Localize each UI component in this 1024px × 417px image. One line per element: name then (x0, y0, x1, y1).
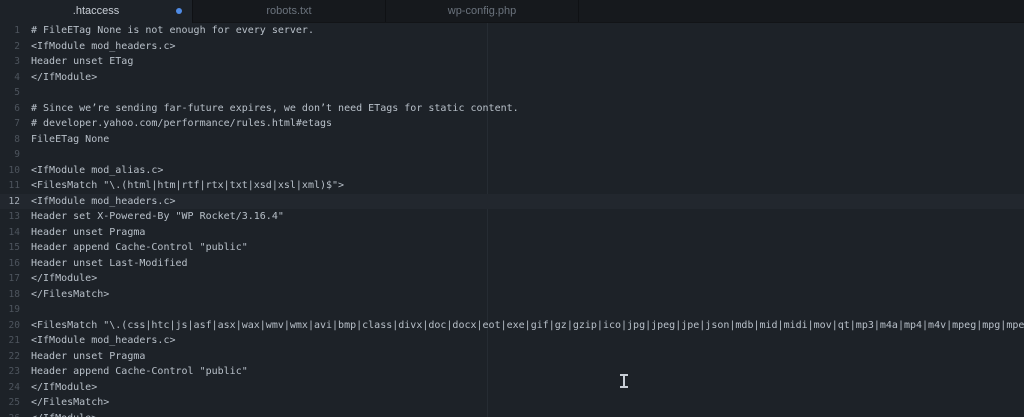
line-number: 6 (14, 102, 20, 114)
code-line[interactable]: 20 <FilesMatch "\.(css|htc|js|asf|asx|wax… (0, 318, 1024, 334)
line-number: 5 (14, 87, 20, 98)
line-text[interactable]: </FilesMatch> (31, 287, 109, 303)
tab-label: robots.txt (266, 5, 312, 17)
code-line[interactable]: 24 </IfModule> (0, 380, 1024, 396)
line-number: 25 (8, 397, 20, 408)
code-line[interactable]: 25 </FilesMatch> (0, 395, 1024, 411)
code-line[interactable]: 26 </IfModule> (0, 411, 1024, 417)
code-line[interactable]: 13 Header set X-Powered-By "WP Rocket/3.1… (0, 209, 1024, 225)
line-text[interactable]: <FilesMatch "\.(html|htm|rtf|rtx|txt|xsd… (31, 178, 344, 194)
line-number: 14 (8, 226, 20, 238)
text-cursor-icon (620, 374, 628, 388)
code-line[interactable]: 19 (0, 302, 1024, 318)
line-number: 19 (8, 304, 20, 315)
line-number: 18 (8, 288, 20, 300)
line-text[interactable]: # Since we’re sending far-future expires… (31, 101, 519, 117)
line-text[interactable]: </IfModule> (31, 271, 97, 287)
line-text[interactable]: Header unset Pragma (31, 225, 145, 241)
code-line[interactable]: 4 </IfModule> (0, 70, 1024, 86)
code-line[interactable]: 7 # developer.yahoo.com/performance/rules… (0, 116, 1024, 132)
line-text[interactable]: Header unset Pragma (31, 349, 145, 365)
tab-bar: .htaccess robots.txt wp-config.php (0, 0, 1024, 23)
line-text[interactable]: </IfModule> (31, 411, 97, 417)
code-line[interactable]: 2 <IfModule mod_headers.c> (0, 39, 1024, 55)
line-number: 1 (14, 25, 20, 36)
line-number: 24 (8, 381, 20, 393)
line-number: 15 (8, 242, 20, 253)
line-text[interactable]: # FileETag None is not enough for every … (31, 23, 314, 39)
line-number: 4 (14, 71, 20, 83)
code-line[interactable]: 10 <IfModule mod_alias.c> (0, 163, 1024, 179)
line-text[interactable]: </FilesMatch> (31, 395, 109, 411)
line-text[interactable]: Header unset Last-Modified (31, 256, 188, 272)
code-line[interactable]: 15 Header append Cache-Control "public" (0, 240, 1024, 256)
line-text[interactable]: <IfModule mod_alias.c> (31, 163, 163, 179)
code-line[interactable]: 22 Header unset Pragma (0, 349, 1024, 365)
line-number: 3 (14, 56, 20, 67)
line-number: 13 (8, 211, 20, 222)
line-number: 2 (14, 40, 20, 52)
code-line[interactable]: 9 (0, 147, 1024, 163)
code-line[interactable]: 18 </FilesMatch> (0, 287, 1024, 303)
line-number: 22 (8, 350, 20, 362)
line-text[interactable]: <FilesMatch "\.(css|htc|js|asf|asx|wax|w… (31, 318, 1024, 334)
tab-htaccess[interactable]: .htaccess (0, 0, 193, 23)
modified-indicator-icon (176, 8, 182, 14)
code-line[interactable]: 21 <IfModule mod_headers.c> (0, 333, 1024, 349)
line-text[interactable]: # developer.yahoo.com/performance/rules.… (31, 116, 332, 132)
tab-robots-txt[interactable]: robots.txt (193, 0, 386, 22)
code-line[interactable]: 3 Header unset ETag (0, 54, 1024, 70)
line-text[interactable]: FileETag None (31, 132, 109, 148)
line-number: 9 (14, 149, 20, 160)
code-line[interactable]: 23 Header append Cache-Control "public" (0, 364, 1024, 380)
line-text[interactable]: Header set X-Powered-By "WP Rocket/3.16.… (31, 209, 284, 225)
line-number: 21 (8, 335, 20, 346)
line-text[interactable]: </IfModule> (31, 70, 97, 86)
line-number: 7 (14, 118, 20, 129)
code-line[interactable]: 8 FileETag None (0, 132, 1024, 148)
line-text[interactable]: </IfModule> (31, 380, 97, 396)
line-number: 20 (8, 319, 20, 331)
code-line[interactable]: 12 <IfModule mod_headers.c> (0, 193, 1024, 210)
code-line[interactable]: 17 </IfModule> (0, 271, 1024, 287)
line-text[interactable]: <IfModule mod_headers.c> (31, 194, 176, 210)
code-line[interactable]: 16 Header unset Last-Modified (0, 256, 1024, 272)
code-editor[interactable]: .htaccess robots.txt wp-config.php 1 # Fi… (0, 0, 1024, 417)
line-number: 10 (8, 164, 20, 176)
code-line[interactable]: 14 Header unset Pragma (0, 225, 1024, 241)
tab-label: .htaccess (72, 5, 120, 17)
line-text[interactable]: Header append Cache-Control "public" (31, 364, 248, 380)
line-number: 23 (8, 366, 20, 377)
line-text[interactable]: <IfModule mod_headers.c> (31, 333, 176, 349)
tab-label: wp-config.php (447, 5, 517, 17)
code-line[interactable]: 11 <FilesMatch "\.(html|htm|rtf|rtx|txt|x… (0, 178, 1024, 194)
line-number: 12 (8, 195, 20, 207)
line-text[interactable]: Header unset ETag (31, 54, 133, 70)
code-line[interactable]: 5 (0, 85, 1024, 101)
line-text[interactable]: Header append Cache-Control "public" (31, 240, 248, 256)
code-lines[interactable]: 1 # FileETag None is not enough for every… (0, 23, 1024, 417)
line-text[interactable]: <IfModule mod_headers.c> (31, 39, 176, 55)
code-line[interactable]: 1 # FileETag None is not enough for every… (0, 23, 1024, 39)
line-number: 17 (8, 273, 20, 284)
tab-wp-config-php[interactable]: wp-config.php (386, 0, 579, 22)
line-number: 8 (14, 133, 20, 145)
line-number: 11 (8, 180, 20, 191)
line-number: 26 (0, 411, 20, 417)
code-line[interactable]: 6 # Since we’re sending far-future expire… (0, 101, 1024, 117)
line-number: 16 (8, 257, 20, 269)
